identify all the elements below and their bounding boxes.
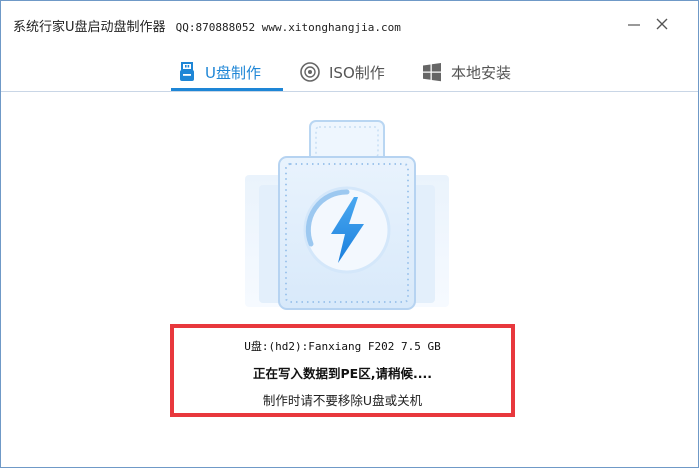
minimize-button[interactable] bbox=[621, 11, 647, 37]
status-panel: U盘:(hd2):Fanxiang F202 7.5 GB 正在写入数据到PE区… bbox=[170, 324, 515, 417]
windows-logo-icon bbox=[423, 63, 441, 82]
app-title: 系统行家U盘启动盘制作器 QQ:870888052 www.xitonghang… bbox=[13, 16, 401, 35]
app-contact-text: QQ:870888052 www.xitonghangjia.com bbox=[175, 21, 401, 34]
tab-local-install[interactable]: 本地安装 bbox=[421, 53, 511, 91]
tab-bar: U盘制作 ISO制作 本地安装 bbox=[1, 53, 698, 92]
progress-status-text: 正在写入数据到PE区,请稍候.... bbox=[253, 366, 432, 381]
app-window: 系统行家U盘启动盘制作器 QQ:870888052 www.xitonghang… bbox=[0, 0, 699, 468]
active-tab-indicator bbox=[171, 88, 283, 91]
disc-icon bbox=[300, 62, 320, 82]
tab-usb-make-label: U盘制作 bbox=[205, 63, 261, 82]
tab-usb-make[interactable]: U盘制作 bbox=[177, 53, 261, 91]
title-bar: 系统行家U盘启动盘制作器 QQ:870888052 www.xitonghang… bbox=[1, 1, 698, 47]
device-info-text: U盘:(hd2):Fanxiang F202 7.5 GB bbox=[244, 340, 441, 353]
minimize-icon bbox=[628, 24, 640, 26]
close-icon bbox=[656, 18, 668, 30]
usb-illustration bbox=[237, 113, 457, 318]
app-title-text: 系统行家U盘启动盘制作器 bbox=[13, 20, 166, 35]
warning-text: 制作时请不要移除U盘或关机 bbox=[262, 393, 423, 408]
tab-local-install-label: 本地安装 bbox=[451, 63, 512, 82]
usb-lightning-icon bbox=[245, 120, 449, 310]
tab-iso-make[interactable]: ISO制作 bbox=[299, 53, 385, 91]
close-button[interactable] bbox=[649, 11, 675, 37]
tab-iso-make-label: ISO制作 bbox=[329, 63, 385, 82]
usb-drive-icon bbox=[180, 62, 194, 81]
